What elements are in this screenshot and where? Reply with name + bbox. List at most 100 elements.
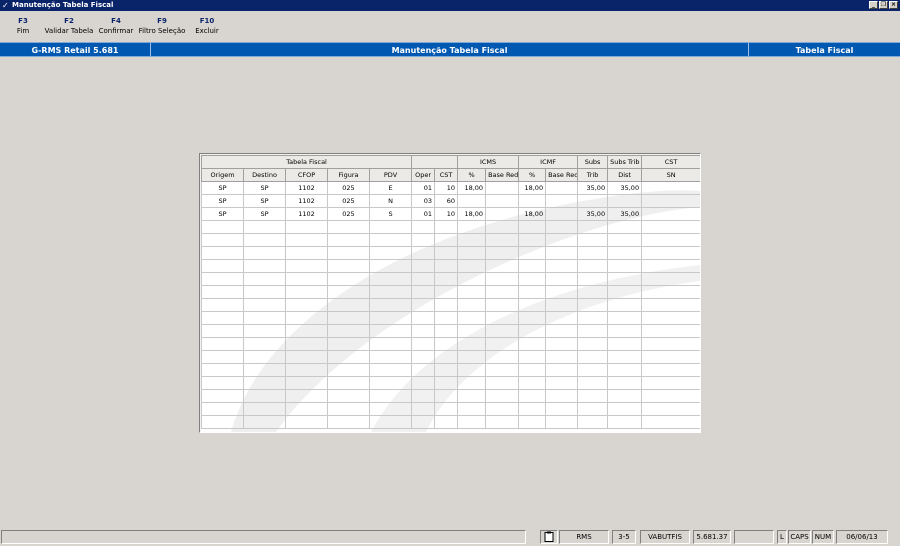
table-cell[interactable]	[327, 259, 370, 273]
table-cell[interactable]	[518, 363, 547, 377]
table-cell[interactable]	[327, 376, 370, 390]
table-cell[interactable]	[327, 272, 370, 286]
table-cell[interactable]	[411, 389, 436, 403]
table-row[interactable]	[201, 233, 700, 247]
table-cell[interactable]: 1102	[285, 207, 328, 221]
table-cell[interactable]	[201, 350, 244, 364]
table-cell[interactable]	[411, 311, 436, 325]
table-cell[interactable]	[545, 207, 579, 221]
table-cell[interactable]	[607, 220, 643, 234]
table-cell[interactable]	[641, 272, 700, 286]
table-cell[interactable]	[457, 389, 487, 403]
table-cell[interactable]	[577, 415, 609, 429]
table-cell[interactable]: S	[368, 207, 413, 221]
table-row[interactable]	[201, 220, 700, 234]
table-cell[interactable]	[545, 415, 579, 429]
table-cell[interactable]	[577, 194, 609, 208]
table-cell[interactable]	[201, 233, 244, 247]
table-cell[interactable]	[457, 324, 487, 338]
table-cell[interactable]	[607, 350, 643, 364]
table-cell[interactable]	[641, 181, 700, 195]
table-cell[interactable]	[285, 324, 328, 338]
table-cell[interactable]	[457, 350, 487, 364]
table-cell[interactable]	[411, 298, 436, 312]
table-cell[interactable]	[577, 311, 609, 325]
table-cell[interactable]: N	[368, 194, 413, 208]
table-cell[interactable]	[518, 324, 547, 338]
table-cell[interactable]	[457, 402, 487, 416]
table-cell[interactable]	[243, 246, 286, 260]
table-cell[interactable]	[485, 311, 520, 325]
table-cell[interactable]	[327, 337, 370, 351]
table-cell[interactable]: 03	[411, 194, 436, 208]
table-cell[interactable]	[327, 298, 370, 312]
table-cell[interactable]: 025	[327, 181, 370, 195]
table-cell[interactable]	[368, 259, 413, 273]
table-cell[interactable]	[434, 259, 459, 273]
column-header-icmf-percent[interactable]: %	[518, 168, 547, 182]
column-header-destino[interactable]: Destino	[243, 168, 286, 182]
table-cell[interactable]	[368, 350, 413, 364]
table-cell[interactable]: 10	[434, 181, 459, 195]
table-cell[interactable]	[434, 285, 459, 299]
table-cell[interactable]	[285, 363, 328, 377]
table-cell[interactable]	[411, 246, 436, 260]
table-cell[interactable]	[411, 415, 436, 429]
table-cell[interactable]	[243, 350, 286, 364]
table-cell[interactable]	[327, 389, 370, 403]
table-cell[interactable]	[201, 298, 244, 312]
table-cell[interactable]	[518, 298, 547, 312]
table-cell[interactable]	[368, 272, 413, 286]
table-cell[interactable]	[368, 220, 413, 234]
table-cell[interactable]	[457, 259, 487, 273]
table-cell[interactable]	[545, 363, 579, 377]
table-cell[interactable]	[607, 233, 643, 247]
column-header-cst-sn[interactable]: SN	[641, 168, 700, 182]
minimize-button[interactable]: _	[869, 1, 878, 9]
table-cell[interactable]	[641, 259, 700, 273]
table-cell[interactable]: 025	[327, 207, 370, 221]
table-row[interactable]	[201, 350, 700, 364]
table-cell[interactable]	[545, 181, 579, 195]
table-cell[interactable]	[411, 324, 436, 338]
table-cell[interactable]	[243, 311, 286, 325]
table-cell[interactable]	[327, 220, 370, 234]
table-cell[interactable]	[577, 389, 609, 403]
table-cell[interactable]	[327, 285, 370, 299]
table-cell[interactable]: 01	[411, 181, 436, 195]
table-cell[interactable]	[545, 259, 579, 273]
table-row[interactable]	[201, 337, 700, 351]
table-cell[interactable]	[243, 337, 286, 351]
table-cell[interactable]	[368, 233, 413, 247]
table-cell[interactable]: SP	[243, 207, 286, 221]
table-cell[interactable]	[518, 246, 547, 260]
table-cell[interactable]	[285, 389, 328, 403]
table-cell[interactable]	[545, 233, 579, 247]
table-cell[interactable]: E	[368, 181, 413, 195]
table-cell[interactable]	[201, 324, 244, 338]
table-cell[interactable]	[641, 298, 700, 312]
table-cell[interactable]	[641, 376, 700, 390]
table-cell[interactable]	[457, 194, 487, 208]
table-cell[interactable]	[457, 233, 487, 247]
table-cell[interactable]	[243, 233, 286, 247]
f3-fim-button[interactable]: F3 Fim	[10, 16, 36, 36]
table-row[interactable]	[201, 324, 700, 338]
table-cell[interactable]	[285, 220, 328, 234]
table-cell[interactable]	[641, 311, 700, 325]
table-cell[interactable]	[577, 220, 609, 234]
table-cell[interactable]	[457, 285, 487, 299]
table-row[interactable]	[201, 311, 700, 325]
table-cell[interactable]	[607, 337, 643, 351]
table-cell[interactable]	[368, 324, 413, 338]
table-cell[interactable]	[577, 337, 609, 351]
column-header-icms-base-red[interactable]: Base Red	[485, 168, 520, 182]
table-cell[interactable]	[201, 389, 244, 403]
table-cell[interactable]: SP	[201, 194, 244, 208]
table-cell[interactable]	[457, 272, 487, 286]
f9-filtro-selecao-button[interactable]: F9 Filtro Seleção	[138, 16, 186, 36]
table-cell[interactable]	[518, 194, 547, 208]
table-row[interactable]	[201, 402, 700, 416]
table-cell[interactable]	[411, 337, 436, 351]
table-cell[interactable]	[411, 402, 436, 416]
